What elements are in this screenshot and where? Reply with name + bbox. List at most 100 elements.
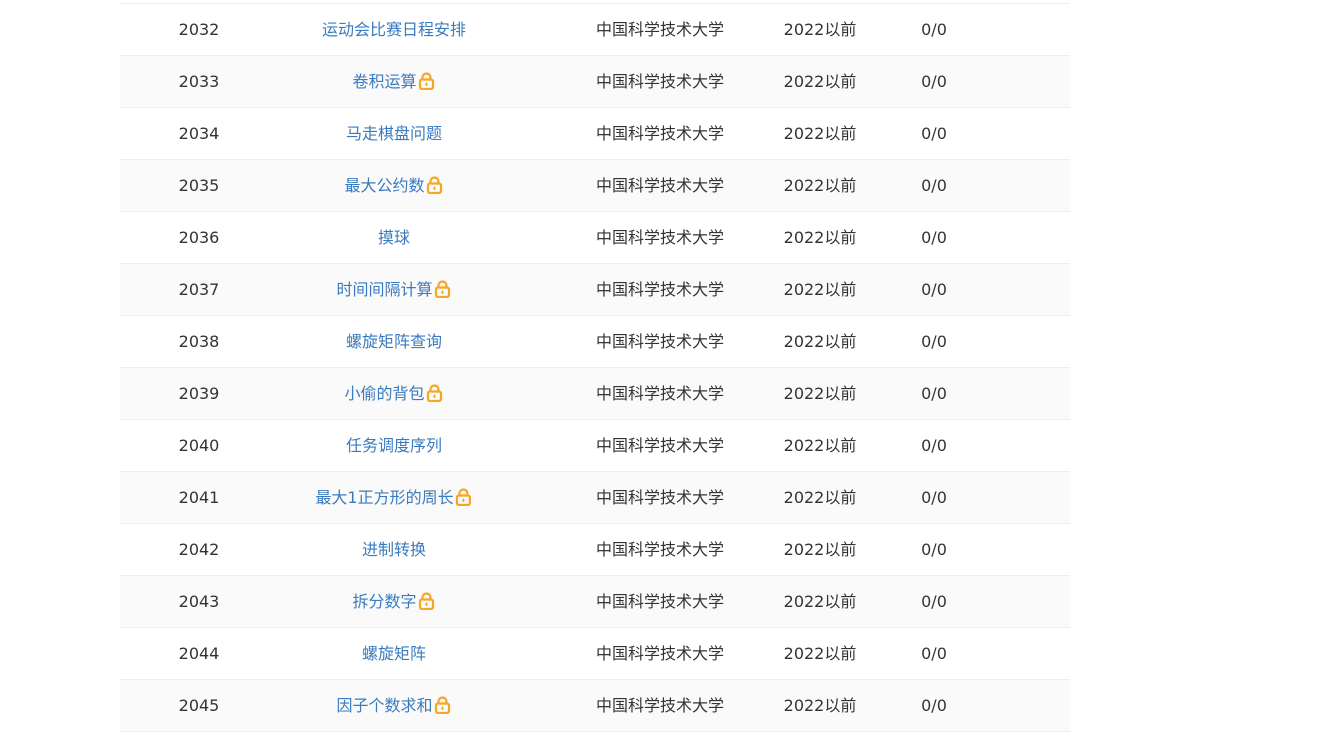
problem-id: 2034 [178,124,220,143]
problem-source: 中国科学技术大学 [595,72,725,91]
table-row: 2038 螺旋矩阵查询 中国科学技术大学 2022以前 0/0 [120,316,1070,368]
problem-title-link[interactable]: 小偷的背包 [344,384,424,403]
problem-id: 2042 [178,540,220,559]
pass-ratio: 0/0 [921,696,947,715]
lock-icon [418,579,436,611]
problem-title-cell: 进制转换 [362,524,426,575]
problem-title-link[interactable]: 摸球 [378,228,410,247]
problem-year: 2022以前 [783,176,857,195]
problem-source: 中国科学技术大学 [595,696,725,715]
problem-title-link[interactable]: 因子个数求和 [336,696,432,715]
pass-ratio: 0/0 [921,436,947,455]
problem-title-link[interactable]: 运动会比赛日程安排 [322,20,466,39]
problem-id: 2035 [178,176,220,195]
pass-ratio: 0/0 [921,228,947,247]
lock-icon [434,267,452,299]
problem-source: 中国科学技术大学 [595,384,725,403]
table-row: 2037 时间间隔计算 中国科学技术大学 2022以前 0/0 [120,264,1070,316]
problem-title-link[interactable]: 时间间隔计算 [336,280,432,299]
problem-source: 中国科学技术大学 [595,332,725,351]
problem-source: 中国科学技术大学 [595,228,725,247]
problem-title-link[interactable]: 螺旋矩阵查询 [346,332,442,351]
pass-ratio: 0/0 [921,644,947,663]
problem-source: 中国科学技术大学 [595,592,725,611]
table-row: 2032 运动会比赛日程安排 中国科学技术大学 2022以前 0/0 [120,4,1070,56]
lock-icon [418,59,436,91]
problem-title-cell: 螺旋矩阵 [362,628,426,679]
problem-title-link[interactable]: 卷积运算 [352,72,416,91]
problem-title-link[interactable]: 马走棋盘问题 [346,124,442,143]
problem-title-cell: 小偷的背包 [344,368,443,419]
problem-title-cell: 拆分数字 [352,576,435,627]
table-row: 2040 任务调度序列 中国科学技术大学 2022以前 0/0 [120,420,1070,472]
problem-source: 中国科学技术大学 [595,540,725,559]
problem-year: 2022以前 [783,644,857,663]
table-row: 2043 拆分数字 中国科学技术大学 2022以前 0/0 [120,576,1070,628]
problem-source: 中国科学技术大学 [595,436,725,455]
pass-ratio: 0/0 [921,72,947,91]
problem-id: 2045 [178,696,220,715]
problem-title-link[interactable]: 拆分数字 [352,592,416,611]
pass-ratio: 0/0 [921,176,947,195]
pass-ratio: 0/0 [921,384,947,403]
problem-title-link[interactable]: 任务调度序列 [346,436,442,455]
lock-icon [455,475,473,507]
problem-year: 2022以前 [783,332,857,351]
table-row: 2036 摸球 中国科学技术大学 2022以前 0/0 [120,212,1070,264]
problem-title-link[interactable]: 最大1正方形的周长 [315,488,453,507]
pass-ratio: 0/0 [921,332,947,351]
problem-title-cell: 卷积运算 [352,56,435,107]
table-row: 2039 小偷的背包 中国科学技术大学 2022以前 0/0 [120,368,1070,420]
problem-title-cell: 最大公约数 [344,160,443,211]
problem-id: 2040 [178,436,220,455]
pass-ratio: 0/0 [921,20,947,39]
problem-year: 2022以前 [783,696,857,715]
problem-title-link[interactable]: 螺旋矩阵 [362,644,426,663]
problem-year: 2022以前 [783,228,857,247]
pass-ratio: 0/0 [921,592,947,611]
problem-id: 2041 [178,488,220,507]
problem-source: 中国科学技术大学 [595,644,725,663]
problem-title-cell: 最大1正方形的周长 [315,472,472,523]
problem-source: 中国科学技术大学 [595,280,725,299]
problem-year: 2022以前 [783,20,857,39]
problem-id: 2036 [178,228,220,247]
problem-title-cell: 时间间隔计算 [336,264,451,315]
table-row: 2035 最大公约数 中国科学技术大学 2022以前 0/0 [120,160,1070,212]
problem-source: 中国科学技术大学 [595,20,725,39]
lock-icon [426,163,444,195]
problem-year: 2022以前 [783,488,857,507]
problem-year: 2022以前 [783,124,857,143]
problem-source: 中国科学技术大学 [595,124,725,143]
problem-title-cell: 因子个数求和 [336,680,451,731]
problem-title-cell: 摸球 [378,212,410,263]
problem-source: 中国科学技术大学 [595,488,725,507]
table-row: 2044 螺旋矩阵 中国科学技术大学 2022以前 0/0 [120,628,1070,680]
problem-title-cell: 马走棋盘问题 [346,108,442,159]
problem-id: 2033 [178,72,220,91]
table-row: 2045 因子个数求和 中国科学技术大学 2022以前 0/0 [120,680,1070,732]
problem-title-cell: 运动会比赛日程安排 [322,4,466,55]
lock-icon [434,683,452,715]
problem-id: 2032 [178,20,220,39]
problem-title-link[interactable]: 进制转换 [362,540,426,559]
problem-source: 中国科学技术大学 [595,176,725,195]
problem-year: 2022以前 [783,540,857,559]
problem-list: 2032 运动会比赛日程安排 中国科学技术大学 2022以前 0/0 2033 … [120,4,1070,732]
problem-year: 2022以前 [783,592,857,611]
problem-title-link[interactable]: 最大公约数 [344,176,424,195]
table-row: 2034 马走棋盘问题 中国科学技术大学 2022以前 0/0 [120,108,1070,160]
lock-icon [426,371,444,403]
pass-ratio: 0/0 [921,124,947,143]
pass-ratio: 0/0 [921,540,947,559]
problem-year: 2022以前 [783,384,857,403]
problem-year: 2022以前 [783,72,857,91]
pass-ratio: 0/0 [921,488,947,507]
table-row: 2042 进制转换 中国科学技术大学 2022以前 0/0 [120,524,1070,576]
problem-id: 2043 [178,592,220,611]
problem-id: 2039 [178,384,220,403]
problem-year: 2022以前 [783,280,857,299]
table-row: 2041 最大1正方形的周长 中国科学技术大学 2022以前 0/0 [120,472,1070,524]
problem-id: 2038 [178,332,220,351]
problem-id: 2037 [178,280,220,299]
